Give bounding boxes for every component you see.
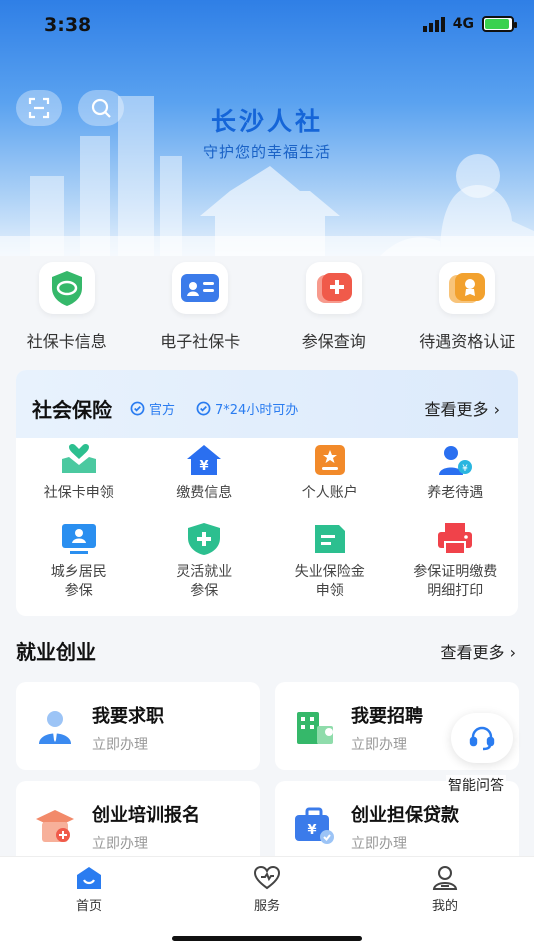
grid-item-certificate-print[interactable]: 参保证明缴费 明细打印: [393, 521, 519, 601]
chevron-right-icon: ›: [493, 400, 500, 419]
hours-tag: 7*24小时可办: [196, 399, 298, 418]
job-card-seek-job[interactable]: 我要求职 立即办理: [16, 682, 260, 770]
document-icon: [310, 521, 350, 557]
quick-item-label: 参保查询: [301, 332, 366, 351]
insurance-more-link[interactable]: 查看更多 ›: [424, 396, 500, 420]
hero-title: 长沙人社: [210, 107, 323, 136]
employment-more-link[interactable]: 查看更多 ›: [440, 639, 516, 663]
briefcase-loan-icon: ¥: [295, 807, 334, 844]
grid-item-resident-insurance[interactable]: 城乡居民 参保: [16, 521, 142, 601]
quick-item-label: 社保卡信息: [26, 332, 107, 351]
quick-actions: 社保卡信息 电子社保卡 参保查询 待遇资格认证: [0, 262, 534, 358]
quick-item-label: 待遇资格认证: [419, 332, 516, 351]
status-bar: 3:38 4G: [0, 14, 534, 40]
badge-certification-icon: [439, 262, 496, 314]
chevron-right-icon: ›: [509, 643, 516, 662]
signal-icon: [422, 16, 445, 32]
status-time: 3:38: [44, 14, 92, 36]
home-icon: [77, 867, 101, 889]
headset-icon: [469, 726, 495, 751]
building-recruit-icon: [297, 712, 333, 744]
tab-profile[interactable]: 我的: [356, 857, 534, 950]
heart-service-icon: [253, 865, 281, 890]
official-tag: 官方: [130, 399, 175, 418]
hands-heart-icon: [59, 442, 99, 478]
quick-item-e-social-card[interactable]: 电子社保卡: [134, 262, 268, 358]
printer-icon: [435, 521, 475, 557]
yen-house-icon: ¥: [184, 442, 224, 478]
grid-item-personal-account[interactable]: 个人账户: [267, 442, 393, 503]
home-indicator: [172, 936, 362, 941]
employment-section-title: 就业创业: [16, 640, 96, 664]
assistant-label: 智能问答: [446, 775, 506, 795]
shield-plus-icon: [184, 521, 224, 557]
hero-banner: 3:38 4G 长沙人社 守护您的幸福生活: [0, 0, 534, 256]
monitor-person-icon: [59, 521, 99, 557]
id-card-icon: [172, 262, 229, 314]
check-circle-icon: [130, 401, 145, 416]
grid-item-flexible-employment[interactable]: 灵活就业 参保: [142, 521, 268, 601]
svg-text:¥: ¥: [462, 464, 468, 474]
grid-item-payment-info[interactable]: ¥ 缴费信息: [142, 442, 268, 503]
quick-item-benefit-certification[interactable]: 待遇资格认证: [401, 262, 534, 358]
quick-item-insurance-query[interactable]: 参保查询: [267, 262, 401, 358]
graduation-cap-icon: [36, 810, 74, 842]
grid-item-card-apply[interactable]: 社保卡申领: [16, 442, 142, 503]
elderly-pension-icon: ¥: [435, 442, 475, 478]
assistant-button[interactable]: [451, 713, 513, 763]
insurance-grid: 社保卡申领 ¥ 缴费信息 个人账户 ¥ 养老待遇 城乡居民 参保 灵活就业 参保…: [16, 442, 518, 601]
hero-subtitle: 守护您的幸福生活: [202, 143, 331, 161]
svg-text:¥: ¥: [200, 459, 209, 474]
medical-plus-icon: [305, 262, 362, 314]
social-insurance-card: 社会保险 官方 7*24小时可办 查看更多 › 社保卡申领 ¥ 缴费信息 个人账…: [16, 370, 518, 616]
check-circle-icon: [196, 401, 211, 416]
network-type: 4G: [452, 16, 474, 32]
battery-icon: [482, 16, 517, 32]
tab-home[interactable]: 首页: [0, 857, 178, 950]
profile-icon: [432, 866, 458, 890]
quick-item-label: 电子社保卡: [160, 332, 241, 351]
social-card-shield-icon: [38, 262, 95, 314]
svg-text:¥: ¥: [307, 823, 316, 838]
grid-item-unemployment-benefit[interactable]: 失业保险金 申领: [267, 521, 393, 601]
account-star-icon: [310, 442, 350, 478]
card-title: 社会保险: [32, 398, 112, 422]
job-seeker-icon: [39, 711, 71, 744]
quick-item-social-card-info[interactable]: 社保卡信息: [0, 262, 134, 358]
grid-item-pension[interactable]: ¥ 养老待遇: [393, 442, 519, 503]
